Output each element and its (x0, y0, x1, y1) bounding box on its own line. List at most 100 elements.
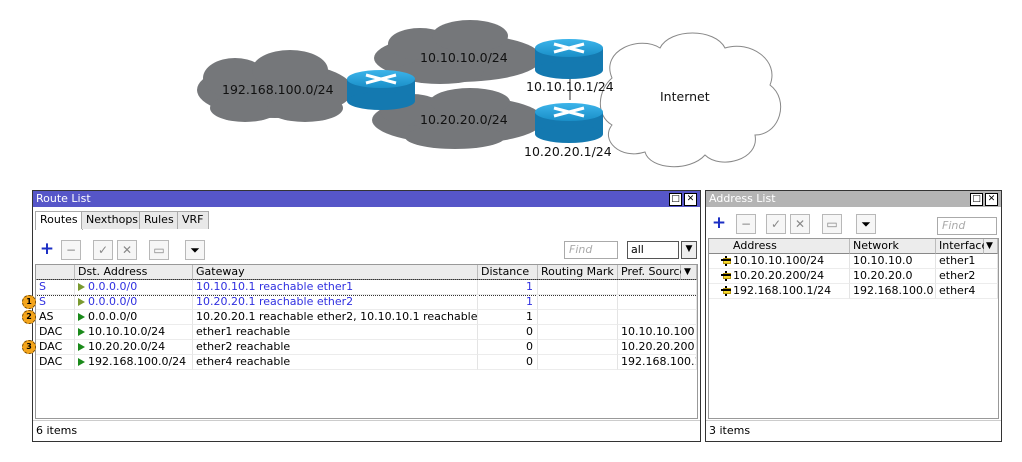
step-badge: 2 (22, 310, 36, 324)
table-row[interactable]: 10.20.20.200/24 10.20.20.0 ether2 (709, 269, 998, 284)
cell-text: 192.168.100.1 (621, 355, 697, 368)
table-row[interactable]: DAC 192.168.100.0/24 ether4 reachable 0 192.… (36, 355, 697, 370)
window-title: Route List (36, 192, 91, 205)
tab-nexthops[interactable]: Nexthops (81, 211, 144, 229)
column-header-address[interactable]: Address (709, 239, 850, 254)
column-header-flags[interactable] (36, 265, 75, 280)
cell-text: ether4 (939, 284, 976, 297)
cell-distance: 1 (478, 310, 538, 325)
address-list-titlebar[interactable]: Address List □ ✕ (706, 191, 1001, 207)
address-table: Address Network Interface ▼ 10.10.10.100… (708, 238, 999, 419)
enable-icon[interactable]: ✓ (93, 240, 113, 260)
window-title: Address List (709, 192, 776, 205)
remove-icon[interactable]: − (61, 240, 81, 260)
table-row[interactable]: 10.10.10.100/24 10.10.10.0 ether1 (709, 254, 998, 269)
find-input[interactable]: Find (564, 241, 618, 259)
cell-address: 10.20.20.200/24 (709, 269, 850, 284)
cell-gateway: ether4 reachable (193, 355, 478, 370)
column-menu-icon[interactable]: ▼ (681, 265, 697, 280)
cell-text: 0.0.0.0/0 (88, 310, 138, 323)
cell-text: 0.0.0.0/0 (88, 295, 138, 308)
cell-pref (618, 280, 697, 295)
column-header-dst[interactable]: Dst. Address (75, 265, 193, 280)
cell-text: 1 (526, 280, 533, 293)
cell-dst: 0.0.0.0/0 (75, 295, 193, 310)
address-icon (721, 286, 731, 296)
find-input[interactable]: Find (937, 217, 997, 235)
cloud-label-net2: 10.20.20.0/24 (420, 112, 508, 127)
maximize-icon[interactable]: □ (970, 193, 983, 206)
cell-mark (538, 295, 618, 310)
cell-text: DAC (39, 340, 63, 353)
route-list-titlebar[interactable]: Route List □ ✕ (33, 191, 700, 207)
status-bar: 6 items (33, 420, 700, 441)
comment-icon[interactable]: ▭ (149, 240, 169, 260)
flag-icon (78, 298, 85, 306)
network-diagram: 192.168.100.0/24 10.10.10.0/24 10.20.20.… (197, 20, 782, 168)
maximize-icon[interactable]: □ (669, 193, 682, 206)
cell-pref: 10.10.10.100 (618, 325, 697, 340)
cell-text: S (39, 295, 46, 308)
table-row[interactable]: S 0.0.0.0/0 10.20.20.1 reachable ether2 1 (36, 295, 697, 310)
cloud-label-internet: Internet (660, 89, 710, 104)
table-row[interactable]: S 0.0.0.0/0 10.10.10.1 reachable ether1 1 (36, 279, 697, 296)
tab-vrf[interactable]: VRF (177, 211, 209, 229)
address-toolbar: + − ✓ ✕ ▭ ⏷ Find (706, 214, 1001, 238)
comment-icon[interactable]: ▭ (822, 214, 842, 234)
flag-icon (78, 328, 85, 336)
cell-text: AS (39, 310, 54, 323)
chevron-down-icon[interactable]: ▼ (681, 241, 697, 259)
table-row[interactable]: DAC 10.20.20.0/24 ether2 reachable 0 10.20.2… (36, 340, 697, 355)
cell-interface: ether4 (936, 284, 998, 299)
column-header-distance[interactable]: Distance (478, 265, 538, 280)
cell-text: 0.0.0.0/0 (88, 280, 138, 293)
cell-gateway: ether2 reachable (193, 340, 478, 355)
close-icon[interactable]: ✕ (684, 193, 697, 206)
cell-text: 10.10.10.1 reachable ether1 (196, 280, 354, 293)
router-icon (535, 39, 603, 79)
route-list-window: Route List □ ✕ Routes Nexthops Rules VRF… (32, 190, 701, 442)
table-row[interactable]: DAC 10.10.10.0/24 ether1 reachable 0 10.10.1… (36, 325, 697, 340)
cell-text: 1 (526, 295, 533, 308)
table-row[interactable]: 192.168.100.1/24 192.168.100.0 ether4 (709, 284, 998, 299)
column-header-network[interactable]: Network (850, 239, 936, 254)
tab-routes[interactable]: Routes (35, 211, 83, 230)
status-bar: 3 items (706, 420, 1001, 441)
add-icon[interactable]: + (37, 240, 57, 260)
cell-distance: 1 (478, 295, 538, 310)
disable-icon[interactable]: ✕ (117, 240, 137, 260)
table-row[interactable]: AS 0.0.0.0/0 10.20.20.1 reachable ether2, … (36, 310, 697, 325)
cell-gateway: 10.20.20.1 reachable ether2 (193, 295, 478, 310)
cell-text: S (39, 280, 46, 293)
cell-dst: 10.10.10.0/24 (75, 325, 193, 340)
cell-flags: DAC (36, 340, 75, 355)
cell-gateway: 10.10.10.1 reachable ether1 (193, 280, 478, 295)
cell-text: 1 (526, 310, 533, 323)
close-icon[interactable]: ✕ (985, 193, 998, 206)
filter-icon[interactable]: ⏷ (856, 214, 876, 234)
cell-text: 0 (526, 325, 533, 338)
column-header-interface[interactable]: Interface (936, 239, 988, 254)
enable-icon[interactable]: ✓ (766, 214, 786, 234)
column-header-routing-mark[interactable]: Routing Mark (538, 265, 618, 280)
column-header-gateway[interactable]: Gateway (193, 265, 478, 280)
router-icon (535, 103, 603, 143)
filter-icon[interactable]: ⏷ (185, 240, 205, 260)
tab-rules[interactable]: Rules (139, 211, 179, 229)
router-label-1: 10.10.10.1/24 (526, 79, 614, 94)
step-badge: 1 (22, 295, 36, 309)
column-header-pref-source[interactable]: Pref. Source (618, 265, 686, 280)
cell-pref: 10.20.20.200 (618, 340, 697, 355)
add-icon[interactable]: + (709, 214, 729, 234)
remove-icon[interactable]: − (736, 214, 756, 234)
cell-network: 10.10.10.0 (850, 254, 936, 269)
cell-pref (618, 295, 697, 310)
filter-select[interactable]: all (627, 241, 679, 259)
cell-text: ether2 reachable (196, 340, 291, 353)
disable-icon[interactable]: ✕ (790, 214, 810, 234)
route-table: Dst. Address Gateway Distance Routing Ma… (35, 264, 698, 419)
cell-flags: S (36, 280, 75, 295)
cloud-label-net1: 10.10.10.0/24 (420, 50, 508, 65)
cell-distance: 0 (478, 355, 538, 370)
column-menu-icon[interactable]: ▼ (984, 239, 998, 254)
